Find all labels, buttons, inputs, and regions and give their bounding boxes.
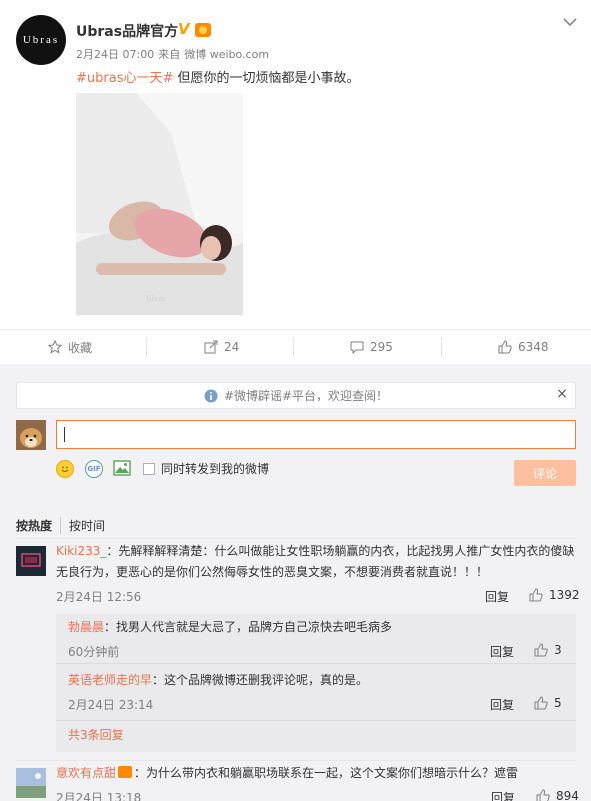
photo-illustration: Ubras [76,93,243,315]
repost-checkbox-label: 同时转发到我的微博 [161,462,270,476]
author-name[interactable]: Ubras品牌官方 [76,21,178,41]
sub-reply-like-count: 3 [554,643,562,657]
sub-reply-like-count: 5 [554,696,562,710]
sub-reply-like-button[interactable]: 3 [534,643,562,657]
action-separator [146,337,147,357]
sub-reply-date: 2月24日 23:14 [68,698,154,712]
thumbs-up-icon [498,340,512,354]
action-separator [293,337,294,357]
thumbs-up-icon [534,696,548,710]
notice-text: #微博辟谣#平台，欢迎查阅！ [223,389,389,403]
post-photo[interactable]: Ubras [76,93,243,315]
sub-reply-divider [56,720,576,721]
comment-date: 2月24日 12:56 [56,590,142,604]
emoji-icon[interactable] [56,460,74,478]
comment-like-count: 894 [556,789,579,801]
submit-comment-button[interactable]: 评论 [514,460,576,486]
sort-by-time-tab[interactable]: 按时间 [69,517,105,534]
landscape-avatar-image [16,768,46,798]
sub-reply-text: 勃晨晨：找男人代言就是大忌了，品牌方自己凉快去吧毛病多 [68,617,392,638]
sub-reply-like-button[interactable]: 5 [534,696,562,710]
my-avatar[interactable] [16,420,46,450]
divider [16,538,576,539]
like-button[interactable]: 6348 [498,330,549,364]
post-hashtag[interactable]: #ubras心一天# [76,71,173,86]
comment-text: Kiki233_：先解释解释清楚：什么叫做能让女性职场躺赢的内衣，比起找男人推广… [56,541,576,583]
sub-reply-body: ：这个品牌微博还删我评论呢，真的是。 [152,673,369,687]
post-text: #ubras心一天# 但愿你的一切烦恼都是小事故。 [76,67,360,86]
photo-watermark: Ubras [146,294,165,303]
sub-reply-text: 英语老师走的早：这个品牌微博还删我评论呢，真的是。 [68,670,368,691]
medal-icon [195,23,211,37]
repost-button[interactable]: 24 [204,330,239,364]
verified-v-icon: V [178,20,190,38]
commenter-avatar[interactable] [16,546,46,576]
sub-reply-divider [56,663,576,664]
action-bar: 收藏 24 295 6348 [0,329,591,363]
close-icon[interactable]: × [555,386,569,404]
info-icon [204,389,218,402]
comment-count: 295 [370,340,393,354]
thumbs-up-icon [529,588,543,602]
post-date[interactable]: 2月24日 07:00 [76,48,154,61]
smile-face [61,466,69,472]
post-body: 但愿你的一切烦恼都是小事故。 [173,71,360,86]
like-count: 6348 [518,340,549,354]
thumbs-up-icon [536,789,550,801]
favorite-button[interactable]: 收藏 [48,330,92,364]
gif-icon[interactable]: GIF [85,460,103,478]
comment-like-button[interactable]: 894 [536,789,579,801]
text-cursor [64,427,65,442]
repost-checkbox[interactable] [143,462,155,475]
comment-date: 2月24日 13:18 [56,791,142,801]
sub-reply-button[interactable]: 回复 [490,696,514,713]
source-name[interactable]: 微博 weibo.com [184,48,269,61]
comment-icon [350,341,364,354]
post-meta: 2月24日 07:00 来自 微博 weibo.com [76,46,273,62]
sort-tabs: 按热度 按时间 [16,517,105,534]
thumbs-up-icon [534,643,548,657]
comment-like-count: 1392 [549,588,580,602]
image-icon[interactable] [113,460,131,476]
repost-icon [204,340,218,354]
more-replies-link[interactable]: 共3条回复 [68,725,124,746]
repost-checkbox-row[interactable]: 同时转发到我的微博 [143,460,269,477]
comment-like-button[interactable]: 1392 [529,588,580,602]
action-separator [441,337,442,357]
source-prefix: 来自 [158,48,181,61]
favorite-label: 收藏 [68,340,93,355]
reply-button[interactable]: 回复 [491,789,515,801]
sub-reply-body: ：找男人代言就是大忌了，品牌方自己凉快去吧毛病多 [104,620,393,634]
comment-text: 意欢有点甜 ：为什么带内衣和躺赢职场联系在一起，这个文案你们想暗示什么？遮雷 [56,763,518,784]
neon-avatar-image [16,546,46,576]
rumor-notice[interactable]: #微博辟谣#平台，欢迎查阅！ [16,382,576,409]
sub-reply-username[interactable]: 勃晨晨 [68,620,104,634]
avatar-logo-text: Ubras [22,34,60,46]
sort-by-hot-tab[interactable]: 按热度 [16,517,62,534]
repost-count: 24 [224,340,240,354]
medal-icon [118,766,133,778]
comment-button[interactable]: 295 [350,330,393,364]
comment-username[interactable]: 意欢有点甜 [56,766,116,780]
comment-body-line2: 无良行为，更恶心的是你们公然侮辱女性的恶臭文案，不想要消费者就直说！！！ [56,565,489,579]
comment-username[interactable]: Kiki233_ [56,544,106,558]
comment-body: ：为什么带内衣和躺赢职场联系在一起，这个文案你们想暗示什么？遮雷 [134,766,519,780]
sub-reply-username[interactable]: 英语老师走的早 [68,673,152,687]
comment-body: ：先解释解释清楚：什么叫做能让女性职场躺赢的内衣，比起找男人推广女性内衣的傻缺 [106,544,575,558]
chevron-down-icon[interactable] [562,14,578,30]
author-avatar[interactable]: Ubras [16,15,66,65]
commenter-avatar[interactable] [16,768,46,798]
sub-reply-button[interactable]: 回复 [490,643,514,660]
sub-reply-date: 60分钟前 [68,645,120,659]
divider [16,760,576,761]
star-icon [48,340,62,354]
comment-input[interactable] [56,420,576,449]
dog-avatar-image [16,420,46,450]
reply-button[interactable]: 回复 [485,588,509,605]
